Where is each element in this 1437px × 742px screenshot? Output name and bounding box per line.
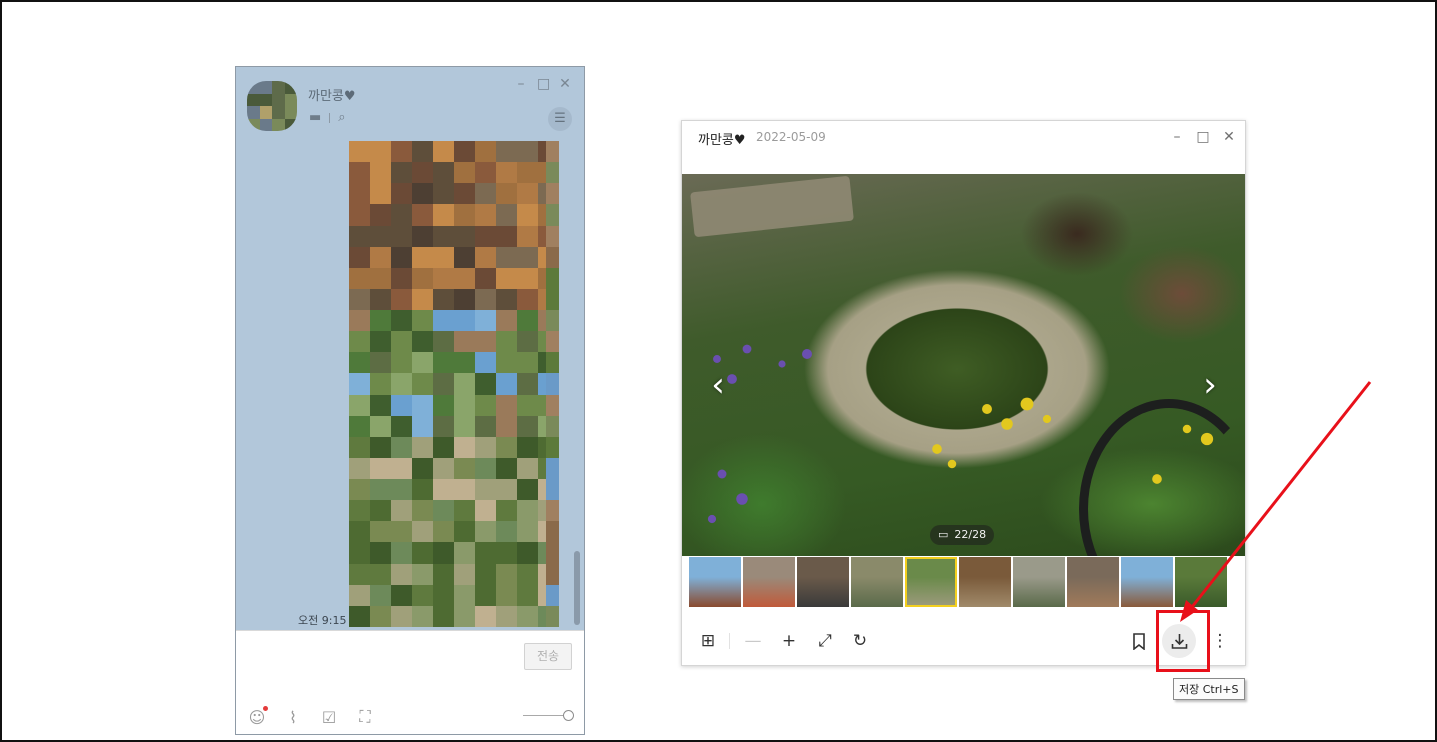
save-highlight-box	[1156, 610, 1210, 672]
save-tooltip: 저장 Ctrl+S	[1173, 678, 1245, 700]
annotation-arrow	[1180, 381, 1372, 622]
